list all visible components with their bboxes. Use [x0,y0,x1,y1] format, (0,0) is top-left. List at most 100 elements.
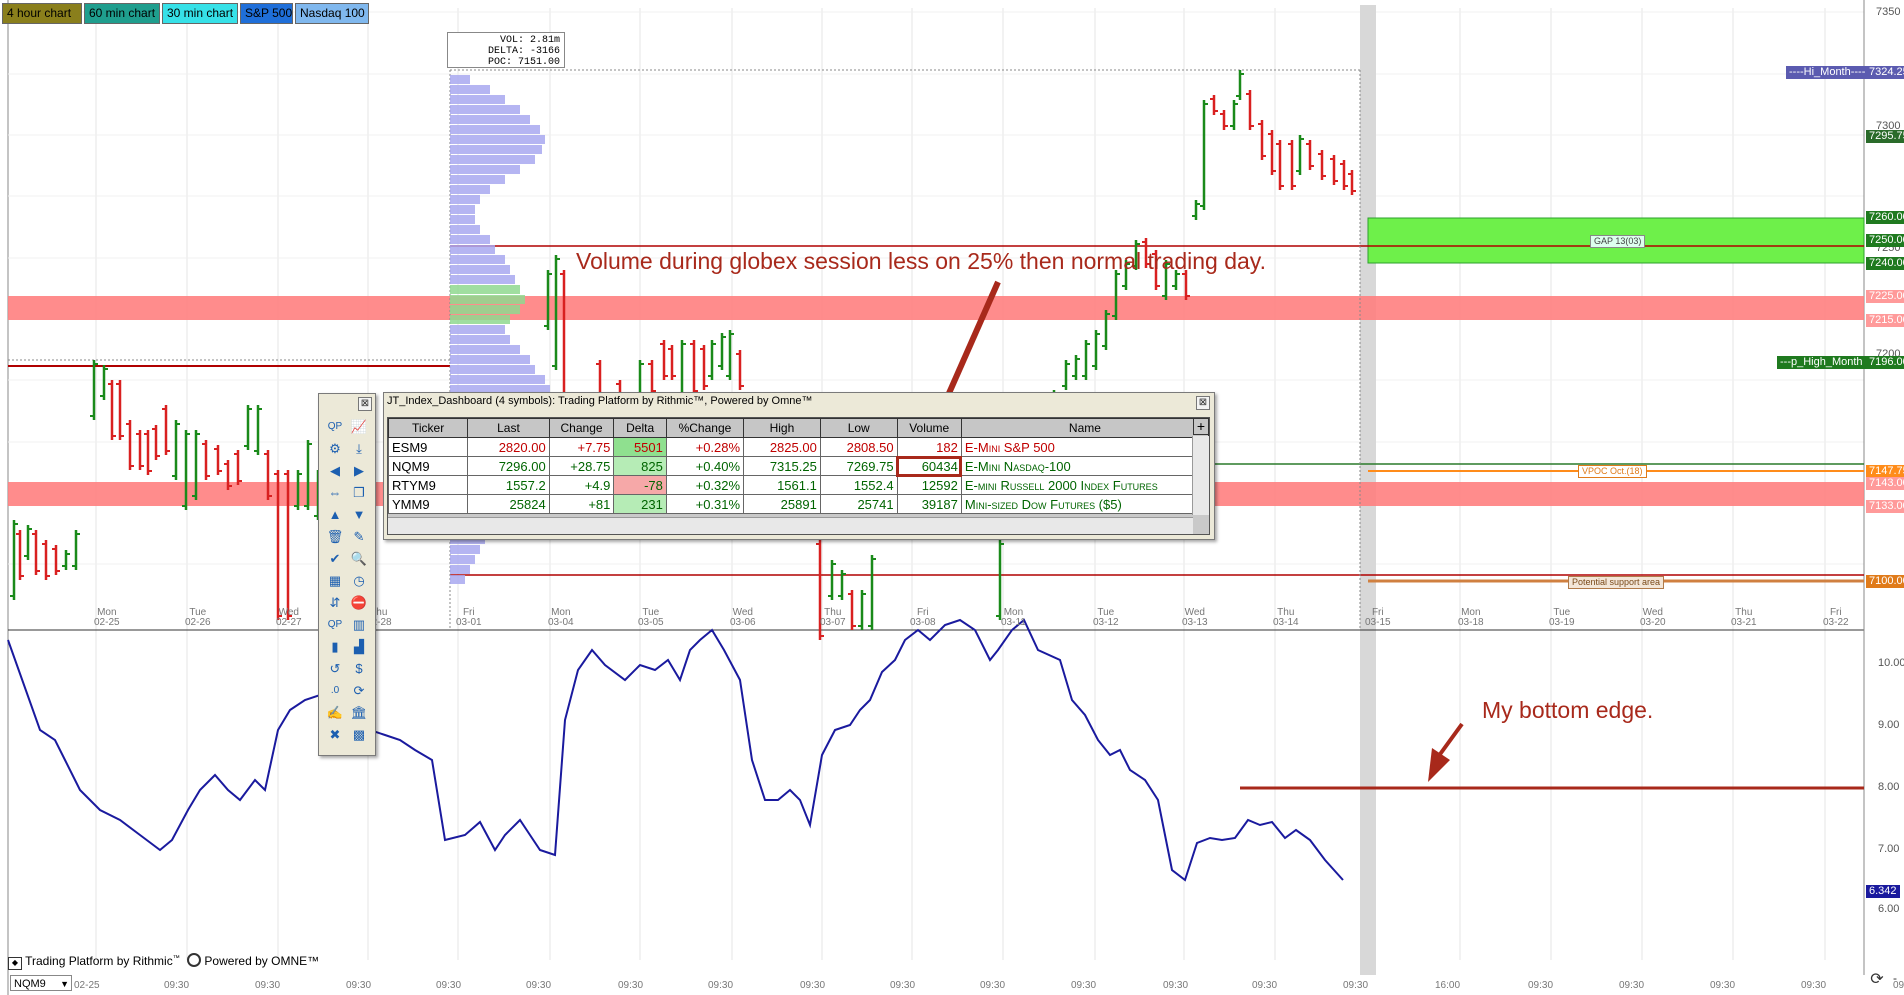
column-header-change[interactable]: Change [548,418,615,438]
date-axis-label: Tue 02-26 [185,607,211,628]
cell-low: 1552.4 [819,475,898,495]
checkmark-icon[interactable]: ✔ [325,550,345,568]
grid-icon[interactable]: ▦ [325,572,345,590]
chevron-left-icon[interactable]: ◀ [325,462,345,480]
tab-s-p-500[interactable]: S&P 500 [240,3,293,24]
time-axis-label: 09:30 [800,980,826,991]
column-header-change[interactable]: %Change [665,418,745,438]
decimals-icon[interactable]: .0 [325,682,345,700]
date-axis-label: Mon 02-25 [94,607,120,628]
column-header-ticker[interactable]: Ticker [387,418,469,438]
time-axis-date: 02-25 [74,980,100,991]
dashboard-close-button[interactable]: ⊠ [1196,396,1210,410]
table-row[interactable]: ESM9 2820.00 +7.75 5501 +0.28% 2825.00 2808.50… [387,437,1210,457]
price-badge: 7100.00 [1866,575,1904,588]
table-row[interactable]: RTYM9 1557.2 +4.9 -78 +0.32% 1561.1 1552.4 1259… [387,475,1210,495]
date-axis-label: Thu 03-21 [1731,607,1757,628]
rithmic-logo-icon: ◆ [8,957,22,970]
cell-name: E-Mini Nasdaq-100 [960,456,1210,476]
cell-ticker: YMM9 [387,494,469,514]
gear-icon[interactable]: ⚙ [325,440,345,458]
column-header-volume[interactable]: Volume [896,418,962,438]
date-axis-label: Mon 03-18 [1458,607,1484,628]
refresh-icon[interactable]: ⟳ [349,682,369,700]
vertical-scrollbar[interactable] [1192,436,1209,515]
symbol-select-value: NQM9 [14,978,46,990]
tab-4-hour-chart[interactable]: 4 hour chart [2,3,82,24]
volume-profile-bar [450,145,542,154]
quick-profile-icon[interactable]: QP [325,418,345,436]
time-axis-label: 09:30 [346,980,372,991]
table-row[interactable]: YMM9 25824 +81 231 +0.31% 25891 25741 39187 Mini… [387,494,1210,514]
trash-icon[interactable]: 🗑 [325,528,345,546]
volume-profile-bar [450,155,535,164]
profile-icon[interactable]: QP [325,616,345,634]
volume-profile-bar [450,345,520,354]
tab-30-min-chart[interactable]: 30 min chart [162,3,238,24]
cell-ticker: NQM9 [387,456,469,476]
volume-profile-bar [450,245,495,254]
dollar-icon[interactable]: $ [349,660,369,678]
cell-delta: 5501 [613,437,667,457]
notes-icon[interactable]: ✍ [325,704,345,722]
cell-high: 7315.25 [743,456,821,476]
column-header-name[interactable]: Name [960,418,1210,438]
add-column-button[interactable]: + [1193,418,1209,435]
layers-icon[interactable]: ❐ [349,484,369,502]
draw-icon[interactable]: ✎ [349,528,369,546]
volume-profile-bar [450,355,530,364]
clock-icon[interactable]: ◷ [349,572,369,590]
toolbar-close-button[interactable]: ⊠ [358,397,372,411]
cell-volume: 12592 [896,475,962,495]
minus-icon[interactable]: - [1893,971,1897,985]
chevron-right-icon[interactable]: ▶ [349,462,369,480]
magnifier-icon[interactable]: 🔍 [349,550,369,568]
volume-profile-bar [450,305,520,314]
cell-high: 2825.00 [743,437,821,457]
split-icon[interactable]: ⇵ [325,594,345,612]
volume-profile-bar [450,365,535,374]
index-dashboard-window[interactable]: JT_Index_Dashboard (4 symbols): Trading … [383,392,1215,540]
tab-nasdaq-100[interactable]: Nasdaq 100 [295,3,369,24]
close-x-icon[interactable]: ✖ [325,726,345,744]
hi-month-label: ----Hi_Month---- [1786,66,1869,79]
volume-profile-bar [450,205,475,214]
stop-icon[interactable]: ⛔ [349,594,369,612]
bottom-edge-annotation: My bottom edge. [1482,697,1654,723]
tab-60-min-chart[interactable]: 60 min chart [84,3,160,24]
column-header-high[interactable]: High [743,418,821,438]
volume-profile-bar [450,265,510,274]
layout-icon[interactable]: ▩ [349,726,369,744]
table-row[interactable]: NQM9 7296.00 +28.75 825 +0.40% 7315.25 7269.75… [387,455,1210,477]
horizontal-scrollbar[interactable] [388,517,1193,534]
bars-icon[interactable]: ▮ [325,638,345,656]
date-axis-label: Mon 03-04 [548,607,574,628]
cell-delta: 231 [613,494,667,514]
chart-icon[interactable]: 📈 [349,418,369,436]
symbol-select[interactable]: NQM9 ▼ [10,975,72,991]
columns-icon[interactable]: ▥ [349,616,369,634]
time-axis-label: 09:30 [164,980,190,991]
cell-ticker: RTYM9 [387,475,469,495]
column-header-last[interactable]: Last [467,418,550,438]
chevron-down-icon[interactable]: ▼ [349,506,369,524]
time-axis-label: 09:30 [436,980,462,991]
history-icon[interactable]: ↺ [325,660,345,678]
indicator-axis-label: 8.00 [1878,781,1900,793]
vpoc-label: VPOC Oct.(18) [1578,465,1647,478]
volume-value: VOL: 2.81m [499,35,560,46]
volume-profile-bar [450,125,540,134]
platform-label: Trading Platform by Rithmic [25,954,173,968]
price-badge: 7250.00 [1866,234,1904,247]
expand-icon[interactable]: ⇔ [325,484,345,502]
chevron-up-icon[interactable]: ▲ [325,506,345,524]
refresh-chart-icon[interactable]: ⟳ [1868,971,1886,989]
bank-icon[interactable]: 🏛 [349,704,369,722]
volume-profile-bar [450,545,480,554]
column-header-low[interactable]: Low [819,418,898,438]
poc-value: POC: 7151.00 [487,57,560,68]
bar-chart-icon[interactable]: ▟ [349,638,369,656]
time-axis-label: 09:30 [708,980,734,991]
column-header-delta[interactable]: Delta [613,418,667,438]
download-icon[interactable]: ⤓ [349,440,369,458]
